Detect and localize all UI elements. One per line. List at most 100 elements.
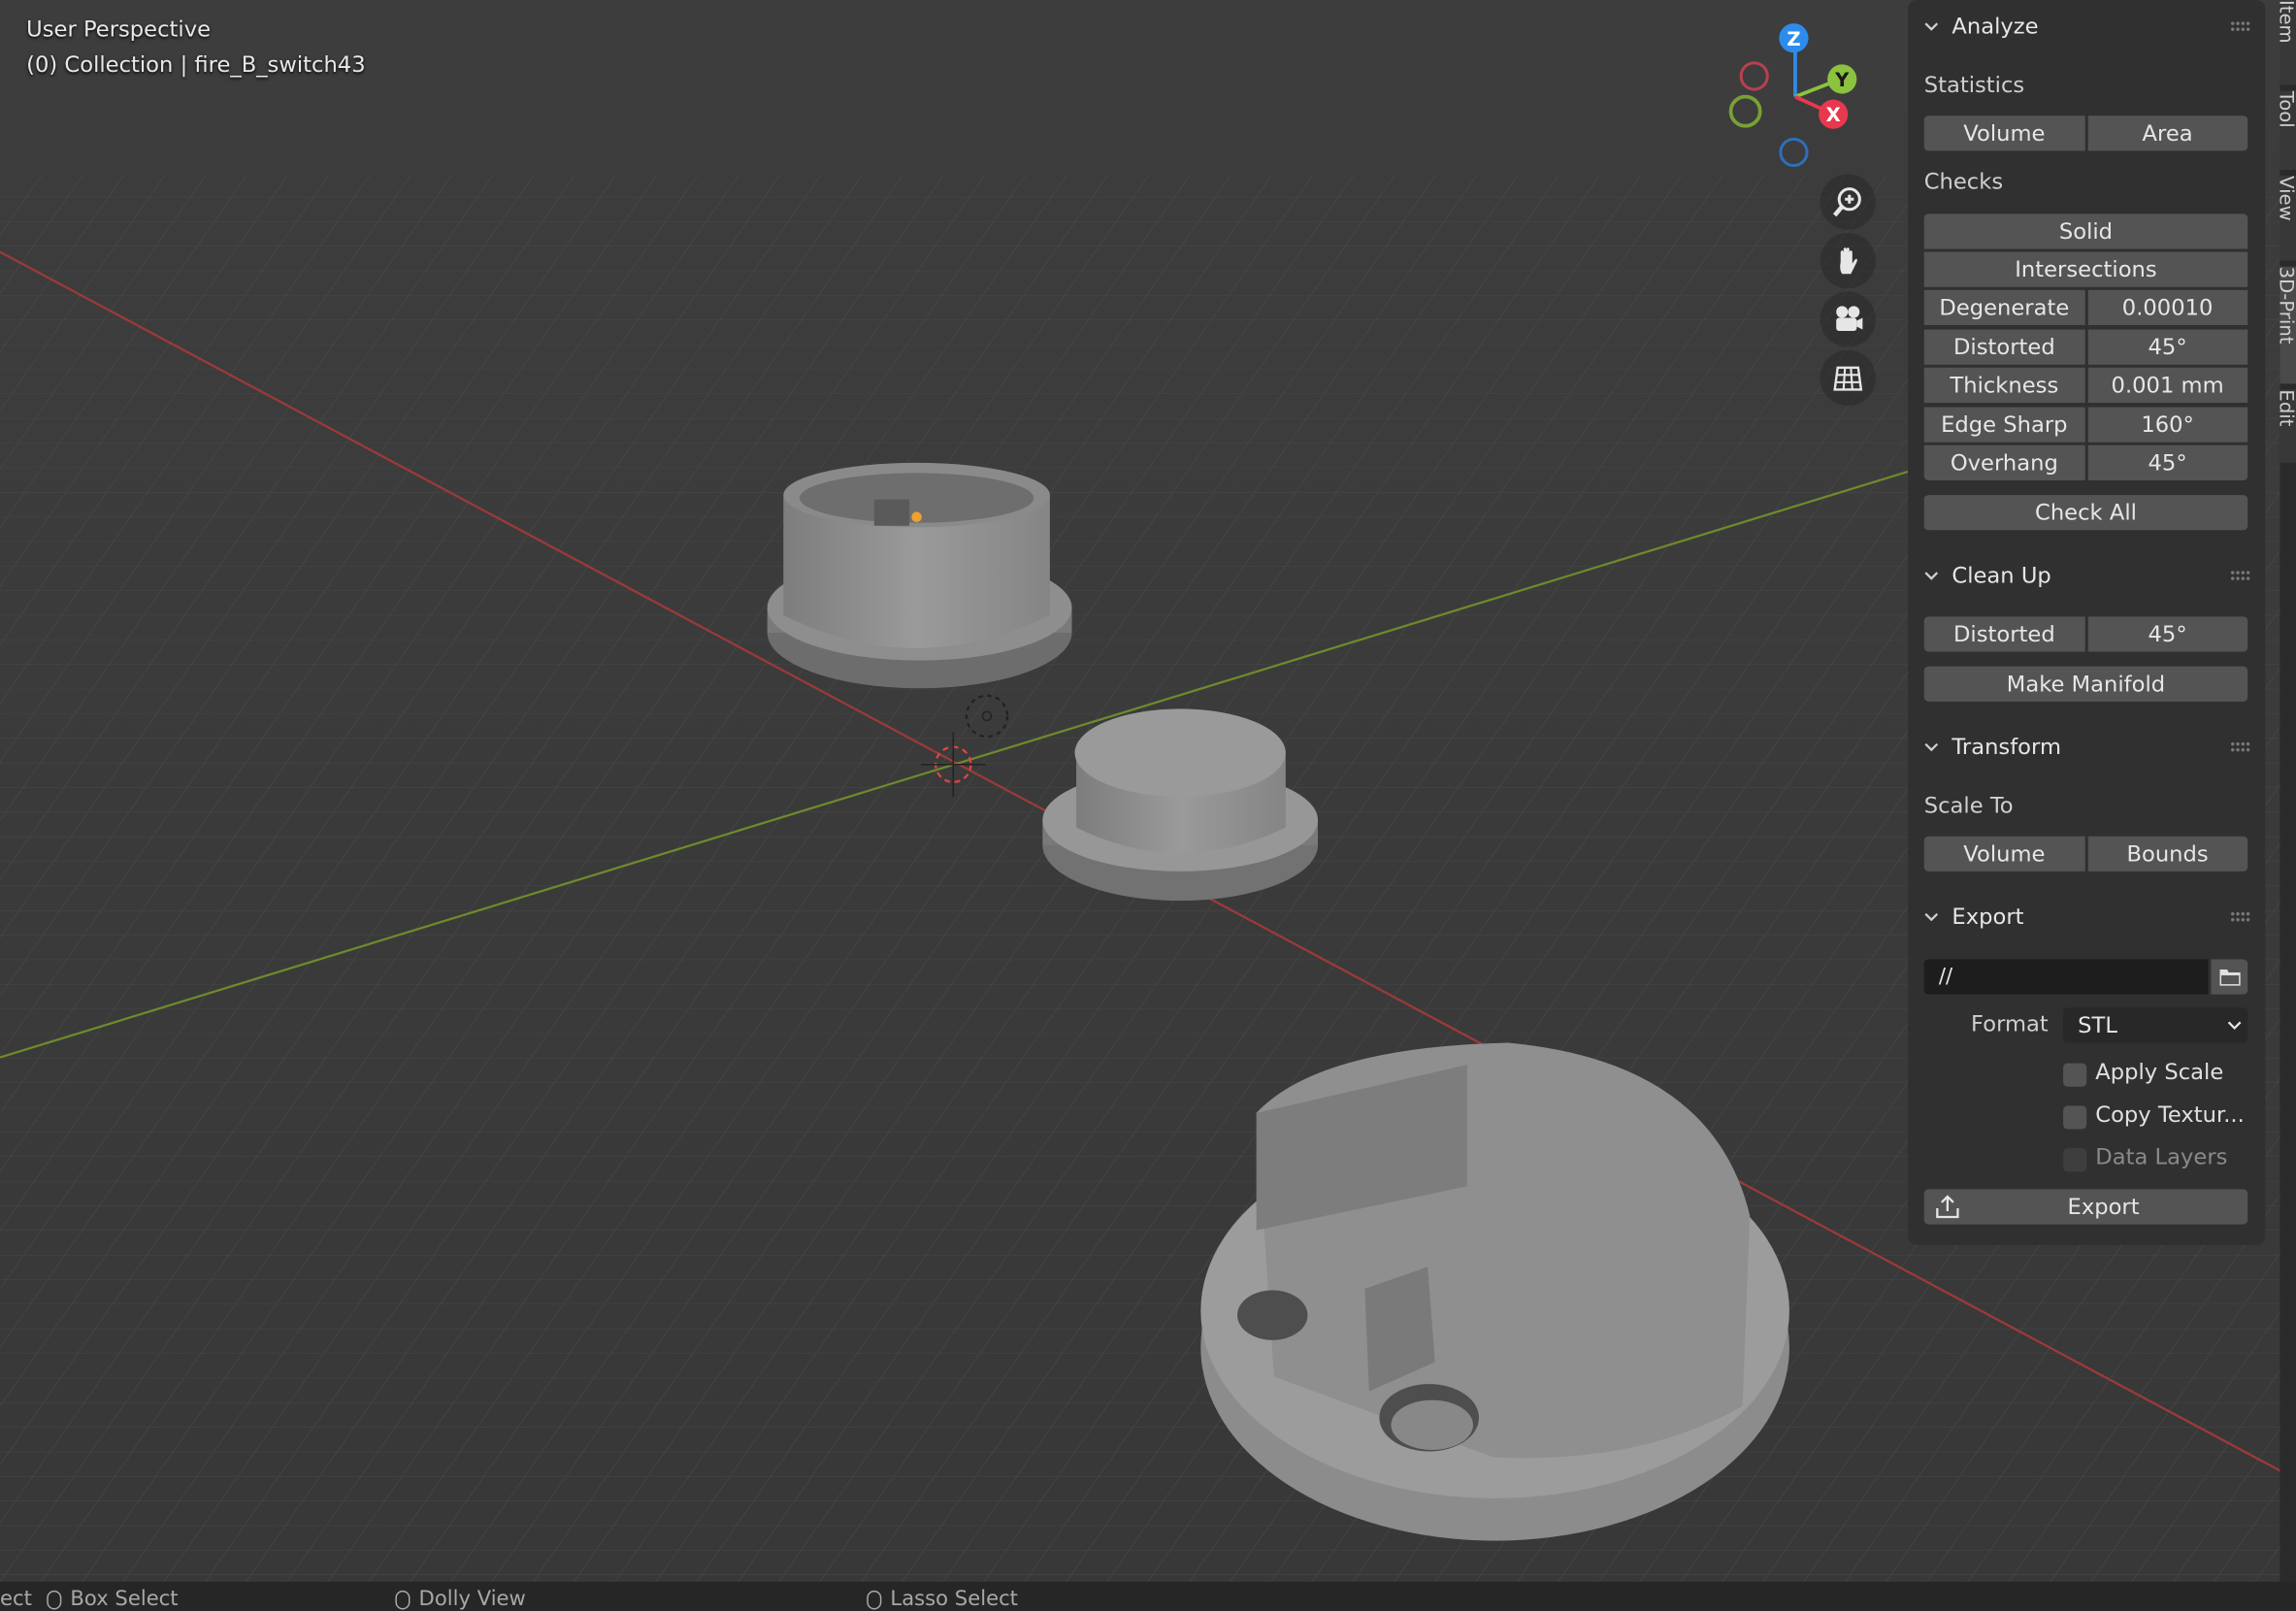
mouse-right-icon (867, 1590, 882, 1609)
distorted-button[interactable]: Distorted (1923, 329, 2084, 365)
transform-panel-header[interactable]: Transform (1908, 722, 2265, 772)
camera-icon (1836, 306, 1863, 332)
format-label: Format (1971, 1010, 2049, 1037)
ortho-toggle-button[interactable] (1820, 349, 1876, 407)
scale-volume-button[interactable]: Volume (1923, 836, 2084, 871)
cleanup-distorted-value-field[interactable]: 45° (2086, 616, 2248, 652)
gizmo-neg-y[interactable] (1728, 94, 1762, 128)
data-layers-checkbox[interactable] (2063, 1148, 2087, 1172)
status-bar: ect Box Select Dolly View Lasso Select (0, 1581, 2296, 1611)
object-cup[interactable] (767, 462, 1072, 689)
degenerate-value-field[interactable]: 0.00010 (2086, 289, 2248, 326)
apply-scale-checkbox[interactable] (2063, 1063, 2087, 1087)
hand-pan-icon (1840, 247, 1857, 275)
overhang-button[interactable]: Overhang (1923, 444, 2084, 480)
chevron-down-icon (1924, 22, 1939, 31)
status-select: ect (0, 1588, 32, 1611)
export-button[interactable]: Export (1923, 1189, 2248, 1225)
statistics-label: Statistics (1923, 71, 2025, 99)
intersections-button[interactable]: Intersections (1923, 251, 2248, 287)
tab-edit[interactable]: Edit (2280, 389, 2296, 463)
chevron-down-icon (1924, 742, 1939, 752)
tab-view[interactable]: View (2280, 176, 2296, 261)
gizmo-z-label: Z (1787, 28, 1800, 50)
export-panel-header[interactable]: Export (1908, 892, 2265, 941)
checks-label: Checks (1923, 168, 2004, 195)
check-row-distorted: Distorted 45° (1923, 329, 2248, 365)
drag-grip-icon[interactable] (2230, 20, 2251, 33)
drag-grip-icon[interactable] (2230, 910, 2251, 923)
status-dolly-view-label: Dolly View (418, 1587, 526, 1611)
gizmo-neg-z[interactable] (1779, 137, 1809, 168)
scale-to-label: Scale To (1923, 792, 2014, 819)
mouse-left-icon (47, 1590, 62, 1609)
gizmo-neg-x[interactable] (1739, 61, 1769, 91)
check-row-edge-sharp: Edge Sharp 160° (1923, 407, 2248, 443)
collection-object-label: (0) Collection | fire_B_switch43 (26, 50, 366, 78)
area-button[interactable]: Area (2086, 115, 2248, 151)
grid-ortho-icon (1833, 366, 1863, 391)
3d-viewport[interactable]: User Perspective (0) Collection | fire_B… (0, 0, 2296, 1582)
tab-3d-print-label: 3D-Print (2280, 266, 2296, 345)
gizmo-y-label: Y (1834, 69, 1850, 91)
drag-grip-icon[interactable] (2230, 570, 2251, 582)
drag-grip-icon[interactable] (2230, 740, 2251, 753)
edge-sharp-value-field[interactable]: 160° (2086, 407, 2248, 443)
status-box-select-label: Box Select (70, 1587, 179, 1611)
statistics-buttons: Volume Area (1923, 115, 2248, 151)
check-row-thickness: Thickness 0.001 mm (1923, 367, 2248, 403)
export-upload-icon (1936, 1195, 1959, 1219)
check-row-overhang: Overhang 45° (1923, 444, 2248, 480)
status-dolly-view: Dolly View (395, 1587, 526, 1611)
status-lasso-select-label: Lasso Select (890, 1587, 1018, 1611)
tab-3d-print[interactable]: 3D-Print (2280, 266, 2296, 384)
folder-icon (2218, 970, 2240, 986)
cleanup-panel-header[interactable]: Clean Up (1908, 550, 2265, 600)
cleanup-distorted-button[interactable]: Distorted (1923, 616, 2084, 652)
tab-item-label: Item (2280, 0, 2296, 44)
copy-textures-label[interactable]: Copy Textur... (2095, 1101, 2245, 1128)
edge-sharp-button[interactable]: Edge Sharp (1923, 407, 2084, 443)
apply-scale-label[interactable]: Apply Scale (2095, 1059, 2223, 1085)
solid-button[interactable]: Solid (1923, 214, 2248, 249)
format-select-value: STL (2078, 1011, 2117, 1038)
data-layers-label[interactable]: Data Layers (2095, 1144, 2227, 1170)
distorted-value-field[interactable]: 45° (2086, 329, 2248, 365)
chevron-down-icon (2227, 1021, 2242, 1030)
tab-tool-label: Tool (2280, 90, 2296, 128)
tab-view-label: View (2280, 176, 2296, 221)
status-select-label: ect (0, 1587, 32, 1611)
status-lasso-select: Lasso Select (867, 1588, 1018, 1611)
export-button-label: Export (2067, 1193, 2140, 1221)
chevron-down-icon (1924, 572, 1939, 580)
tab-item[interactable]: Item (2280, 0, 2296, 85)
transform-title: Transform (1952, 734, 2062, 761)
format-select[interactable]: STL (2063, 1007, 2248, 1043)
make-manifold-button[interactable]: Make Manifold (1923, 666, 2248, 702)
pan-button[interactable] (1820, 232, 1876, 289)
thickness-button[interactable]: Thickness (1923, 367, 2084, 403)
scale-bounds-button[interactable]: Bounds (2086, 836, 2248, 871)
axis-gizmo[interactable]: Z Y X (1722, 20, 1869, 173)
camera-view-button[interactable] (1820, 291, 1876, 347)
check-row-degenerate: Degenerate 0.00010 (1923, 289, 2248, 326)
overhang-value-field[interactable]: 45° (2086, 444, 2248, 480)
volume-button[interactable]: Volume (1923, 115, 2084, 151)
mouse-middle-icon (395, 1590, 410, 1609)
zoom-icon (1832, 187, 1861, 217)
chevron-down-icon (1924, 912, 1939, 922)
thickness-value-field[interactable]: 0.001 mm (2086, 367, 2248, 403)
degenerate-button[interactable]: Degenerate (1923, 289, 2084, 326)
object-button-cap[interactable] (1042, 708, 1319, 902)
tab-tool[interactable]: Tool (2280, 90, 2296, 171)
zoom-button[interactable] (1820, 174, 1876, 230)
cleanup-title: Clean Up (1952, 562, 2051, 589)
analyze-title: Analyze (1952, 13, 2039, 40)
analyze-panel-header[interactable]: Analyze (1908, 2, 2265, 51)
copy-textures-checkbox[interactable] (2063, 1105, 2087, 1130)
check-all-button[interactable]: Check All (1923, 495, 2248, 531)
export-path-input[interactable]: // (1923, 959, 2209, 995)
sidebar-panel: Analyze Statistics Volume Area Checks So… (1908, 0, 2266, 1245)
browse-folder-button[interactable] (2211, 959, 2248, 995)
scale-to-buttons: Volume Bounds (1923, 836, 2248, 871)
